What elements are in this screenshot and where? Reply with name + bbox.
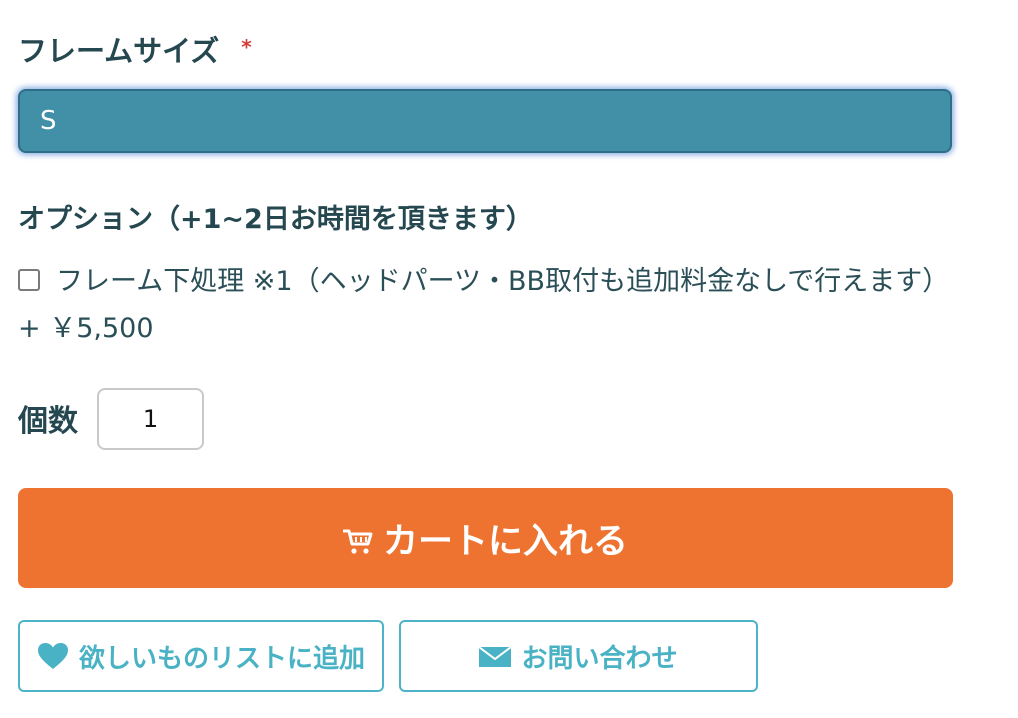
option-checkbox-label[interactable]: フレーム下処理 ※1（ヘッドパーツ・BB取付も追加料金なしで行えます）+ ￥5,… — [18, 266, 936, 344]
required-mark: * — [241, 35, 252, 59]
quantity-input[interactable]: 1 — [97, 388, 204, 450]
frame-size-label: フレームサイズ — [18, 34, 220, 68]
add-to-cart-button[interactable]: カートに入れる — [18, 488, 953, 588]
heart-icon — [37, 642, 69, 670]
option-heading: オプション（+1~2日お時間を頂きます） — [18, 204, 533, 235]
frame-size-select[interactable]: S — [18, 89, 952, 153]
frame-size-selected-value: S — [40, 106, 57, 136]
option-checkbox[interactable] — [18, 269, 40, 291]
add-to-cart-label: カートに入れる — [382, 521, 628, 562]
frame-size-label-row: フレームサイズ * — [18, 28, 252, 70]
contact-label: お問い合わせ — [521, 643, 678, 674]
envelope-icon — [479, 644, 512, 668]
add-to-wishlist-button[interactable]: 欲しいものリストに追加 — [18, 620, 384, 692]
add-to-wishlist-label: 欲しいものリストに追加 — [78, 643, 365, 674]
cart-icon — [342, 529, 373, 554]
option-checkbox-row[interactable]: フレーム下処理 ※1（ヘッドパーツ・BB取付も追加料金なしで行えます）+ ￥5,… — [18, 258, 948, 352]
contact-button[interactable]: お問い合わせ — [399, 620, 758, 692]
quantity-label: 個数 — [18, 404, 78, 439]
